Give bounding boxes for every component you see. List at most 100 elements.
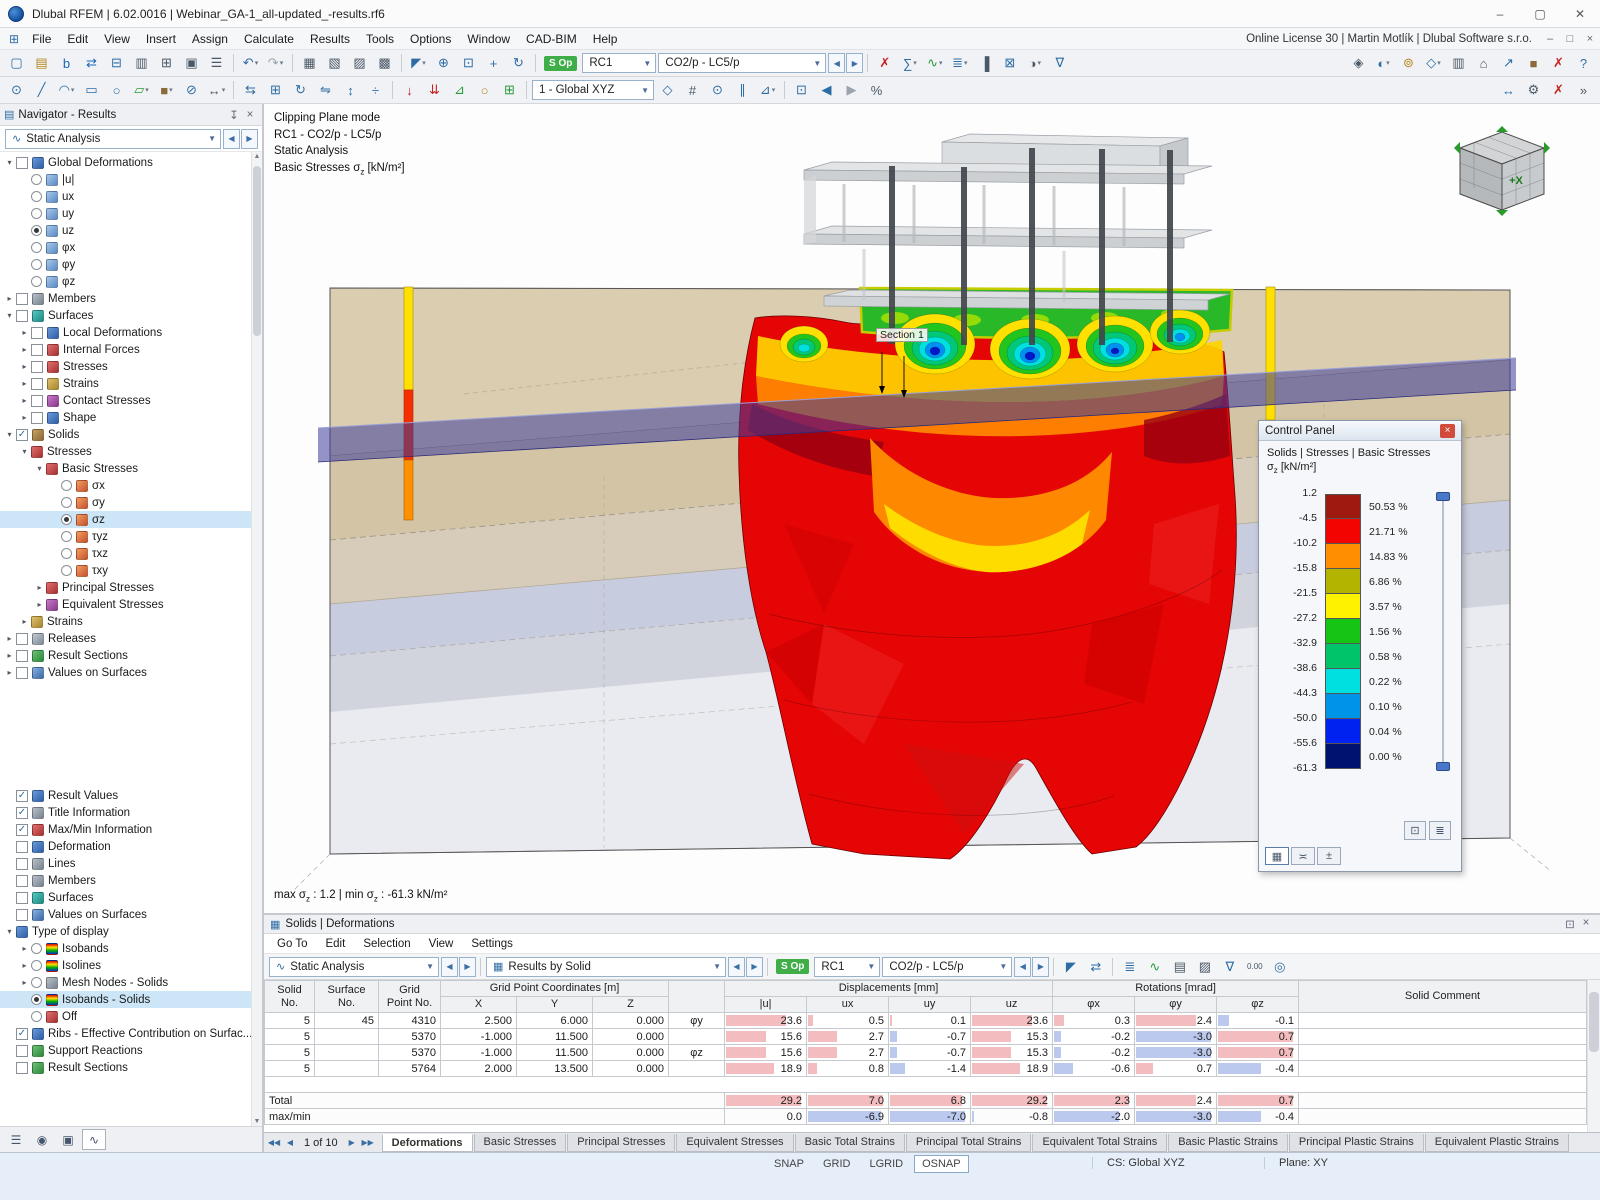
table-row[interactable]: 5 5370 -1.000 11.500 0.000 15.6 2.7 -0.7 15.3 -0.… <box>264 1028 1587 1045</box>
scroll-down-icon[interactable]: ▼ <box>252 1118 262 1125</box>
tree-item-type-of-display[interactable]: ▾ Type of display <box>0 923 262 940</box>
tree-item-ux[interactable]: ux <box>0 188 262 205</box>
checkbox[interactable] <box>16 632 28 645</box>
copy-icon[interactable]: ⊞ <box>155 53 178 74</box>
dlubal-logo-icon[interactable]: b <box>55 53 78 74</box>
table-tab-basic-stresses[interactable]: Basic Stresses <box>473 1133 567 1152</box>
tree-item-z[interactable]: σz <box>0 511 262 528</box>
filter-icon[interactable]: ∇ <box>1048 53 1071 74</box>
table-menu-view[interactable]: View <box>420 936 463 952</box>
analysis-prev-icon[interactable]: ◀ <box>223 128 240 149</box>
tree-item-isolines[interactable]: ▸ Isolines <box>0 957 262 974</box>
menu-item-assign[interactable]: Assign <box>184 30 236 48</box>
checkbox[interactable] <box>31 360 43 373</box>
expander-icon[interactable]: ▾ <box>3 927 16 936</box>
menu-item-window[interactable]: Window <box>459 30 518 48</box>
tree-item-principal-stresses[interactable]: ▸ Principal Stresses <box>0 579 262 596</box>
table-tab-equivalent-stresses[interactable]: Equivalent Stresses <box>676 1133 794 1152</box>
menu-item-cad-bim[interactable]: CAD-BIM <box>518 30 585 48</box>
table-menu-edit[interactable]: Edit <box>316 936 354 952</box>
loadcase-select[interactable]: CO2/p - LC5/p ▼ <box>658 53 827 73</box>
checkbox[interactable] <box>31 343 43 356</box>
checkbox[interactable]: ✓ <box>16 1027 28 1040</box>
reference-scales-icon[interactable]: ≍ <box>1291 847 1315 865</box>
display-navigator-icon[interactable]: ◉ <box>30 1129 54 1150</box>
delete-results-icon[interactable]: ✗ <box>873 53 896 74</box>
tree-item-result-sections[interactable]: Result Sections <box>0 1059 262 1076</box>
checkbox[interactable]: ✓ <box>16 789 28 802</box>
coordinate-system-icon[interactable]: ⊿ ▾ <box>756 80 779 101</box>
mesh-icon[interactable]: ⊞ <box>498 80 521 101</box>
expander-icon[interactable]: ▾ <box>33 464 46 473</box>
color-scale[interactable]: 1.2 50.53 % -4.5 21.71 % -10.2 14.83 % -15.8 6.… <box>1267 487 1453 774</box>
expander-icon[interactable]: ▸ <box>18 345 31 354</box>
decimal-places-icon[interactable]: 0.00 <box>1243 956 1266 977</box>
table-loadcase-prev-icon[interactable]: ◀ <box>1014 956 1032 977</box>
table-export-icon[interactable]: ▨ <box>348 53 371 74</box>
hinge-icon[interactable]: ○ <box>473 80 496 101</box>
rotate-tool-icon[interactable]: ↻ <box>289 80 312 101</box>
scale-range-slider[interactable] <box>1435 492 1451 772</box>
tree-item-z[interactable]: φz <box>0 273 262 290</box>
total-min-row[interactable]: max/min 0.0 -6.9 -7.0 -0.8 -2.0 -3.0 -0.4 <box>264 1108 1587 1125</box>
checkbox[interactable] <box>31 326 43 339</box>
expander-icon[interactable]: ▸ <box>18 379 31 388</box>
table-scrollbar[interactable] <box>1587 980 1600 1132</box>
tree-item-isobands-solids[interactable]: Isobands - Solids <box>0 991 262 1008</box>
table-menu-go-to[interactable]: Go To <box>268 936 316 952</box>
tree-item-shape[interactable]: ▸ Shape <box>0 409 262 426</box>
menu-item-results[interactable]: Results <box>302 30 358 48</box>
snap-toggle-osnap[interactable]: OSNAP <box>914 1155 969 1173</box>
tree-item-members[interactable]: ▸ Members <box>0 290 262 307</box>
slider-handle-bottom[interactable] <box>1436 762 1450 772</box>
results-by-next-icon[interactable]: ▶ <box>746 956 763 977</box>
rectangle-tool-icon[interactable]: ▭ <box>80 80 103 101</box>
solid-tool-icon[interactable]: ■ ▾ <box>155 80 178 101</box>
radio-button[interactable] <box>61 531 72 542</box>
tree-item-values-on-surfaces[interactable]: Values on Surfaces <box>0 906 262 923</box>
area-load-icon[interactable]: ⇊ <box>423 80 446 101</box>
menu-item-file[interactable]: File <box>24 30 59 48</box>
tree-item-xy[interactable]: τxy <box>0 562 262 579</box>
edit-color-scale-icon[interactable]: ≣ <box>1429 821 1451 840</box>
scale-swatch[interactable] <box>1325 619 1361 645</box>
scale-swatch[interactable] <box>1325 544 1361 570</box>
support-icon[interactable]: ⊿ <box>448 80 471 101</box>
opening-tool-icon[interactable]: ⊘ <box>180 80 203 101</box>
checkbox[interactable] <box>16 840 28 853</box>
tree-item-uy[interactable]: uy <box>0 205 262 222</box>
last-page-icon[interactable]: ▶▶ <box>360 1135 376 1151</box>
templates-icon[interactable]: ▣ <box>180 53 203 74</box>
close-window-icon[interactable]: ✕ <box>1560 0 1600 27</box>
tree-item-members[interactable]: Members <box>0 872 262 889</box>
control-panel-icon[interactable]: ▐ <box>973 53 996 74</box>
table-row[interactable]: 5 5764 2.000 13.500 0.000 18.9 0.8 -1.4 18.9 -0.6… <box>264 1060 1587 1077</box>
minimize-document-icon[interactable]: ‒ <box>1540 33 1560 45</box>
isoband-scale-icon[interactable]: ▦ <box>1265 847 1289 865</box>
circle-tool-icon[interactable]: ○ <box>105 80 128 101</box>
minimize-window-icon[interactable]: – <box>1480 0 1520 27</box>
table-analysis-prev-icon[interactable]: ◀ <box>441 956 458 977</box>
report-icon[interactable]: ▩ <box>373 53 396 74</box>
checkbox[interactable] <box>16 666 28 679</box>
quick-access-icon[interactable]: ⊞ <box>9 32 19 46</box>
radio-button[interactable] <box>31 977 42 988</box>
scale-tool-icon[interactable]: ↕ <box>339 80 362 101</box>
scrollbar-thumb[interactable] <box>253 166 261 336</box>
menu-item-help[interactable]: Help <box>585 30 626 48</box>
table-row[interactable]: 5 5370 -1.000 11.500 0.000 φz 15.6 2.7 -0.7 15.3-… <box>264 1044 1587 1061</box>
slider-handle-top[interactable] <box>1436 492 1450 502</box>
restore-document-icon[interactable]: □ <box>1560 33 1580 45</box>
expander-icon[interactable]: ▸ <box>18 362 31 371</box>
table-tab-principal-plastic-strains[interactable]: Principal Plastic Strains <box>1288 1133 1424 1152</box>
snap-toggle-grid[interactable]: GRID <box>815 1155 859 1173</box>
data-navigator-icon[interactable]: ☰ <box>4 1129 28 1150</box>
tree-item-internal-forces[interactable]: ▸ Internal Forces <box>0 341 262 358</box>
grid-icon[interactable]: # <box>681 80 704 101</box>
expander-icon[interactable]: ▸ <box>18 978 31 987</box>
solve-options-badge[interactable]: S Op <box>544 55 578 71</box>
table-loadcase-next-icon[interactable]: ▶ <box>1032 956 1050 977</box>
checkbox[interactable] <box>31 377 43 390</box>
toolbar-overflow-icon[interactable]: » <box>1572 80 1595 101</box>
measure-icon[interactable]: ↔ <box>1497 80 1520 101</box>
